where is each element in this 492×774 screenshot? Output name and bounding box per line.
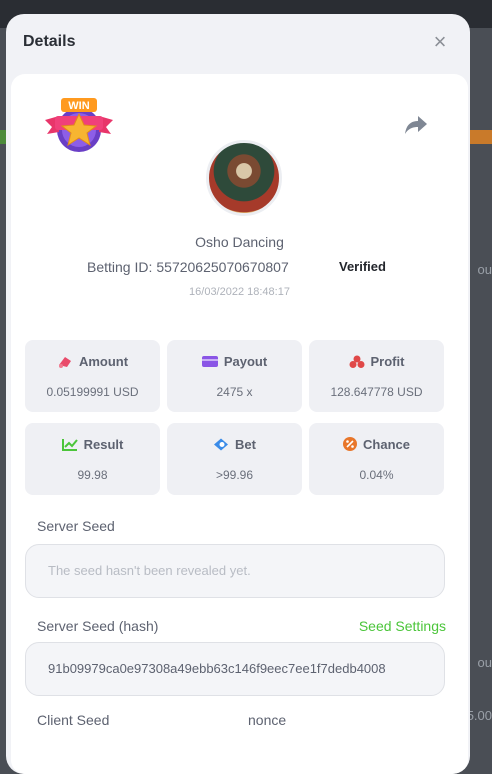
server-seed-field[interactable]: The seed hasn't been revealed yet. (25, 544, 445, 598)
win-badge-icon: WIN (45, 98, 113, 152)
bet-stat: Bet >99.96 (167, 423, 302, 495)
close-icon[interactable]: × (430, 31, 450, 53)
server-seed-label: Server Seed (37, 518, 115, 534)
svg-text:WIN: WIN (68, 100, 89, 112)
server-seed-hash-label: Server Seed (hash) (37, 618, 159, 634)
result-stat: Result 99.98 (25, 423, 160, 495)
payout-icon (201, 356, 218, 367)
amount-label: Amount (78, 354, 129, 369)
bet-details-card: WIN Osho Dancing Betting ID: 557206250706… (11, 74, 468, 774)
amount-icon (58, 357, 71, 368)
client-seed-label: Client Seed (37, 712, 110, 728)
background-text: 5.00 (466, 708, 492, 723)
betting-id-value: 55720625070670807 (156, 259, 289, 275)
result-value: 99.98 (77, 468, 108, 482)
share-arrow-icon[interactable] (404, 114, 428, 136)
profit-label: Profit (370, 354, 405, 369)
chance-icon (343, 437, 358, 451)
modal-header: Details × (6, 14, 470, 72)
amount-value: 0.05199991 USD (46, 385, 139, 399)
game-thumbnail (206, 140, 282, 216)
chance-value: 0.04% (359, 468, 394, 482)
result-icon (61, 439, 78, 451)
verified-status: Verified (339, 259, 386, 274)
seed-settings-link[interactable]: Seed Settings (359, 618, 446, 634)
server-seed-placeholder: The seed hasn't been revealed yet. (48, 563, 251, 578)
server-seed-hash-field[interactable]: 91b09979ca0e97308a49ebb63c146f9eec7ee1f7… (25, 642, 445, 696)
details-modal: Details × WIN Osho Dancing Betting ID: 55… (6, 14, 470, 774)
payout-stat: Payout 2475 x (167, 340, 302, 412)
betting-id: Betting ID: 55720625070670807 (87, 259, 289, 275)
profit-value: 128.647778 USD (330, 385, 423, 399)
bet-timestamp: 16/03/2022 18:48:17 (189, 286, 290, 298)
chance-label: Chance (363, 437, 410, 452)
bet-icon (214, 438, 229, 451)
profit-stat: Profit 128.647778 USD (309, 340, 444, 412)
betting-id-label: Betting ID: (87, 259, 153, 275)
nonce-label: nonce (248, 712, 287, 728)
background-text: ou (477, 655, 492, 670)
server-seed-hash-value: 91b09979ca0e97308a49ebb63c146f9eec7ee1f7… (48, 661, 386, 676)
bet-value: >99.96 (215, 468, 254, 482)
bet-label: Bet (235, 437, 256, 452)
profit-icon (349, 355, 365, 368)
modal-title: Details (23, 33, 76, 50)
payout-value: 2475 x (216, 385, 253, 399)
game-name: Osho Dancing (195, 234, 284, 250)
chance-stat: Chance 0.04% (309, 423, 444, 495)
payout-label: Payout (223, 354, 268, 369)
amount-stat: Amount 0.05199991 USD (25, 340, 160, 412)
background-text: ou (477, 262, 492, 277)
result-label: Result (83, 437, 124, 452)
